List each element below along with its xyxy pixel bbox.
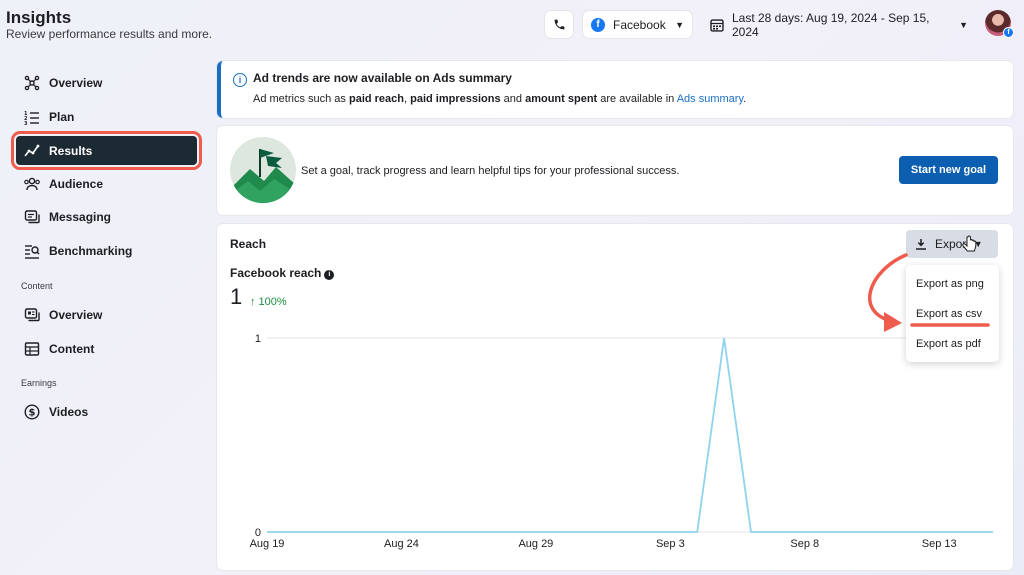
phone-icon [554,19,564,30]
banner-bold-paid-reach: paid reach [348,93,405,105]
sidebar-item-videos[interactable]: $ Videos [16,397,206,427]
sidebar-item-label: Results [49,143,93,158]
x-tick-label: Aug 19 [250,538,285,550]
messaging-icon [22,209,42,225]
page-title: Insights [6,8,72,27]
sidebar-item-label: Overview [49,308,103,322]
sidebar-section-earnings: Earnings [21,378,57,388]
sidebar-item-audience[interactable]: Audience [16,169,206,199]
chevron-down-icon: ▼ [675,19,684,30]
avatar[interactable]: f [985,10,1014,38]
banner-bold-paid-impressions: paid impressions [410,93,501,105]
goal-flag-illustration [230,137,296,203]
date-range-label: Last 28 days: Aug 19, 2024 - Sep 15, 202… [731,10,930,39]
reach-series-line [267,337,993,533]
facebook-icon: f [591,17,605,32]
ad-trends-banner: i Ad trends are now available on Ads sum… [217,61,1013,118]
sidebar-item-label: Audience [49,177,104,191]
banner-text-part: are available in [597,93,677,105]
start-new-goal-button[interactable]: Start new goal [899,156,998,184]
chevron-down-icon: ▼ [959,19,968,30]
banner-bold-amount-spent: amount spent [525,93,598,105]
content-overview-icon [22,307,42,323]
banner-text: Ad metrics such as paid reach, paid impr… [253,93,746,105]
platform-selector[interactable]: f Facebook ▼ [583,11,692,38]
sidebar-section-content: Content [21,281,53,291]
date-range-selector[interactable]: Last 28 days: Aug 19, 2024 - Sep 15, 202… [704,10,974,39]
sidebar-item-content-overview[interactable]: Overview [16,300,206,330]
export-png-option[interactable]: Export as png [916,278,984,290]
overview-icon [22,75,42,91]
y-tick-label: 1 [255,333,261,345]
sidebar-item-messaging[interactable]: Messaging [16,202,206,232]
info-icon: i [233,73,247,87]
x-tick-label: Sep 3 [656,538,685,550]
calendar-icon [710,18,724,32]
goal-text: Set a goal, track progress and learn hel… [301,165,680,177]
banner-title: Ad trends are now available on Ads summa… [253,71,512,85]
audience-icon [22,176,42,192]
sidebar-item-results[interactable]: Results [11,131,202,170]
svg-text:3: 3 [24,121,28,125]
sidebar-item-benchmarking[interactable]: Benchmarking [16,236,206,266]
call-button[interactable] [545,11,573,38]
banner-text-part: and [500,93,526,105]
sidebar-item-label: Overview [49,76,103,90]
export-pdf-option[interactable]: Export as pdf [916,338,981,350]
sidebar-item-plan[interactable]: 123 Plan [16,102,206,132]
export-menu: Export as png Export as csv Export as pd… [906,265,999,362]
x-tick-label: Sep 13 [922,538,957,550]
results-icon [22,143,42,159]
dollar-icon: $ [22,404,42,420]
page-subtitle: Review performance results and more. [6,27,213,41]
sidebar-item-label: Plan [49,110,75,124]
goal-card: Set a goal, track progress and learn hel… [217,126,1013,215]
sidebar-item-overview[interactable]: Overview [16,68,206,98]
x-tick-label: Aug 29 [518,538,553,550]
banner-text-part: Ad metrics such as [253,93,349,105]
content-table-icon [22,341,42,357]
facebook-badge-icon: f [1003,27,1014,38]
sidebar-item-content[interactable]: Content [16,334,206,364]
plan-icon: 123 [22,109,42,125]
sidebar-item-label: Videos [49,405,89,419]
sidebar-item-label: Benchmarking [49,244,133,258]
sidebar-item-label: Messaging [49,210,112,224]
x-tick-label: Aug 24 [384,538,419,550]
ads-summary-link[interactable]: Ads summary [677,93,743,105]
export-csv-option[interactable]: Export as csv [916,308,982,320]
reach-line-chart: 01Aug 19 Aug 24 Aug 29 Sep 3 Sep 8 Sep 13 [250,333,993,550]
svg-text:$: $ [29,408,36,419]
sidebar-item-label: Content [49,342,95,356]
benchmarking-icon [22,243,42,259]
x-tick-label: Sep 8 [790,538,819,550]
platform-label: Facebook [613,17,666,32]
banner-text-part: . [743,93,747,105]
